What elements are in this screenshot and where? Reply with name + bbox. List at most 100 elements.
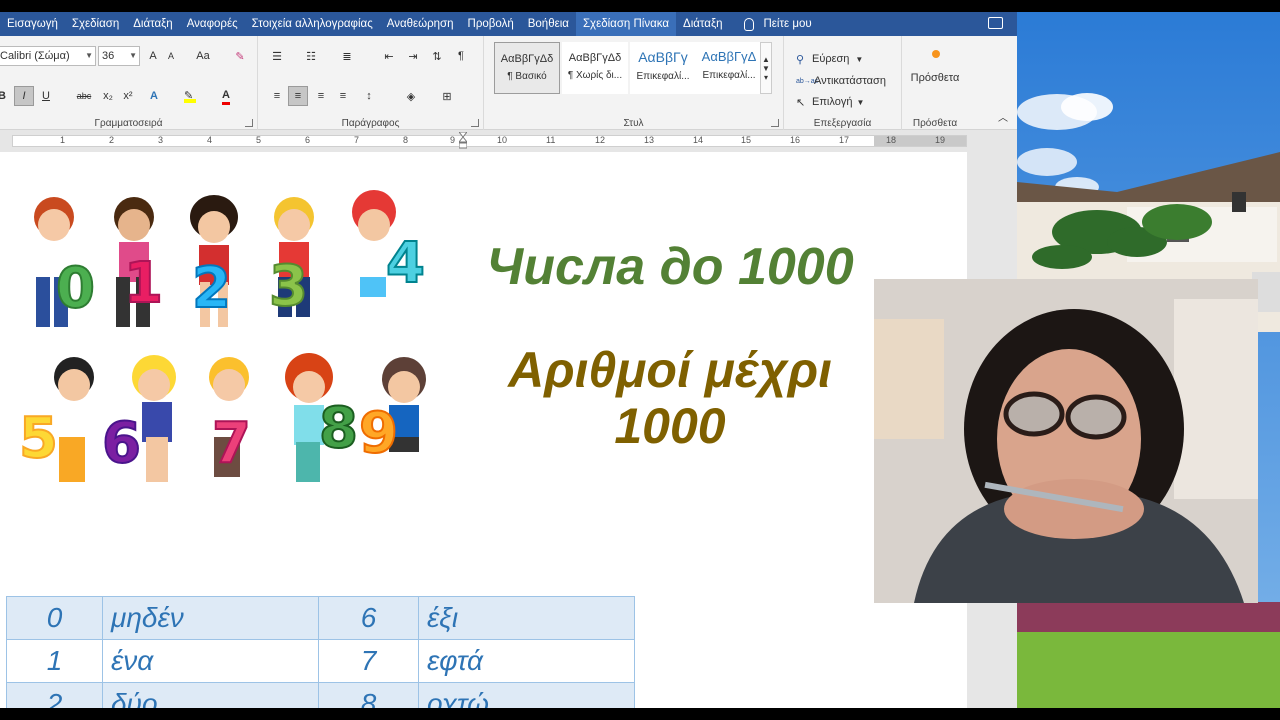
align-center-icon[interactable]: ≡ [288,86,308,106]
style-normal[interactable]: ΑαΒβΓγΔδ ¶ Βασικό [494,42,560,94]
bullets-icon[interactable]: ☰ [268,46,286,66]
superscript-button[interactable]: x² [120,86,136,106]
shrink-font-label: A [167,51,174,61]
comments-icon[interactable] [988,17,1003,29]
indent-marker-icon[interactable] [457,131,469,150]
numbers-table[interactable]: 0 μηδέν 6 έξι 1 ένα 7 εφτά 2 δύο 8 οχτώ [6,596,635,708]
bold-button[interactable]: B [0,86,8,106]
shading-icon[interactable]: ◈ [402,86,420,106]
table-cell[interactable]: 2 [6,682,103,708]
increase-indent-icon[interactable]: ⇥ [404,46,422,66]
tab-table-layout[interactable]: Διάταξη [676,12,729,36]
subscript-label: x₂ [103,90,113,102]
tell-me-box[interactable]: Πείτε μου [743,17,812,31]
tab-references[interactable]: Αναφορές [180,12,245,36]
change-case-button[interactable]: Aa [190,46,216,66]
table-cell[interactable]: ένα [102,639,319,683]
styles-gallery-scroll[interactable]: ▲ ▼ ▾ [760,42,772,94]
tab-table-design[interactable]: Σχεδίαση Πίνακα [575,12,677,36]
align-left-icon[interactable]: ≡ [268,86,286,106]
font-size-combo[interactable]: 36 ▼ [98,46,140,66]
addins-button[interactable]: Πρόσθετα [902,68,968,88]
addins-icon [932,50,940,58]
highlight-button[interactable]: ✎ [182,86,198,106]
kid-0: 0 [34,197,96,327]
find-button[interactable]: ⚲ Εύρεση ▼ [796,49,863,69]
svg-text:8: 8 [319,396,358,461]
shrink-font-button[interactable]: A [164,46,178,66]
justify-icon[interactable]: ≡ [334,86,352,106]
replace-icon: ab→ac [796,77,819,85]
table-cell[interactable]: 7 [318,639,419,683]
paragraph-group-label: Παράγραφος [341,118,400,129]
select-label: Επιλογή [812,96,853,108]
sort-icon[interactable]: ⇅ [428,46,446,66]
underline-button[interactable]: U [38,86,54,106]
grow-font-button[interactable]: A [146,46,160,66]
subscript-button[interactable]: x₂ [100,86,116,106]
select-button[interactable]: ↖ Επιλογή ▼ [796,92,864,112]
show-formatting-button[interactable]: ¶ [454,46,468,66]
svg-text:9: 9 [359,401,398,466]
clear-formatting-icon[interactable]: ✎ [232,46,248,66]
ruler-number: 5 [256,135,262,145]
document-page[interactable]: 0 1 2 3 4 5 6 7 8 9 Числа до 1000 Αριθμο… [0,152,967,708]
table-cell[interactable]: έξι [418,596,635,640]
collapse-ribbon-icon[interactable]: ︿ [996,106,1010,126]
cursor-icon: ↖ [796,96,806,109]
kid-8: 8 [285,353,359,482]
text-effects-button[interactable]: A [146,86,162,106]
dialog-launcher-icon[interactable] [245,119,253,127]
table-cell[interactable]: μηδέν [102,596,319,640]
table-cell[interactable]: 1 [6,639,103,683]
chevron-down-icon: ▼ [85,51,93,60]
addins-button-label: Πρόσθετα [910,72,960,84]
table-cell[interactable]: 8 [318,682,419,708]
tab-review[interactable]: Αναθεώρηση [380,12,461,36]
table-cell[interactable]: οχτώ [418,682,635,708]
kid-9: 9 [358,357,426,467]
title-russian: Числа до 1000 [486,238,854,296]
borders-icon[interactable]: ⊞ [438,86,456,106]
numbering-icon[interactable]: ☷ [302,46,320,66]
svg-text:0: 0 [56,256,95,321]
table-cell[interactable]: 6 [318,596,419,640]
tab-layout[interactable]: Διάταξη [126,12,179,36]
style-no-spacing[interactable]: ΑαΒβΓγΔδ ¶ Χωρίς δι... [562,42,628,94]
decrease-indent-icon[interactable]: ⇤ [380,46,398,66]
tab-mailings[interactable]: Στοιχεία αλληλογραφίας [245,12,380,36]
strikethrough-label: abc [76,91,92,101]
lightbulb-icon [743,17,754,31]
ruler-number: 6 [305,135,311,145]
superscript-label: x² [123,90,133,102]
dialog-launcher-icon[interactable] [471,119,479,127]
table-cell[interactable]: δύο [102,682,319,708]
style-heading-2[interactable]: ΑαΒβΓγΔ Επικεφαλί... [696,42,762,94]
dialog-launcher-icon[interactable] [771,119,779,127]
font-color-button[interactable]: A [218,86,234,106]
tab-help[interactable]: Βοήθεια [521,12,576,36]
table-cell[interactable]: εφτά [418,639,635,683]
kid-3: 3 [268,197,314,320]
multilevel-list-icon[interactable]: ≣ [338,46,356,66]
kid-2: 2 [190,195,238,327]
editing-group-label: Επεξεργασία [813,118,872,129]
svg-text:6: 6 [102,411,141,476]
font-name-combo[interactable]: Calibri (Σώμα) ▼ [0,46,96,66]
table-row: 1 ένα 7 εφτά [6,639,635,683]
tell-me-label: Πείτε μου [763,18,812,30]
tab-view[interactable]: Προβολή [461,12,521,36]
ruler-track [12,135,967,147]
style-heading-1[interactable]: ΑαΒβΓγ Επικεφαλί... [630,42,696,94]
align-right-icon[interactable]: ≡ [312,86,330,106]
italic-button[interactable]: I [14,86,34,106]
horizontal-ruler[interactable]: 1 1 2 3 4 5 6 7 8 9 10 11 12 13 14 15 16… [0,130,1017,150]
font-group-label: Γραμματοσειρά [94,118,163,129]
tab-insert[interactable]: Εισαγωγή [0,12,65,36]
font-group: Calibri (Σώμα) ▼ 36 ▼ A A Aa ✎ B I U abc x… [0,36,258,130]
replace-button[interactable]: ab→ac Αντικατάσταση [796,71,886,91]
line-spacing-icon[interactable]: ↕ [360,86,378,106]
strikethrough-button[interactable]: abc [74,86,94,106]
table-cell[interactable]: 0 [6,596,103,640]
tab-design[interactable]: Σχεδίαση [65,12,126,36]
